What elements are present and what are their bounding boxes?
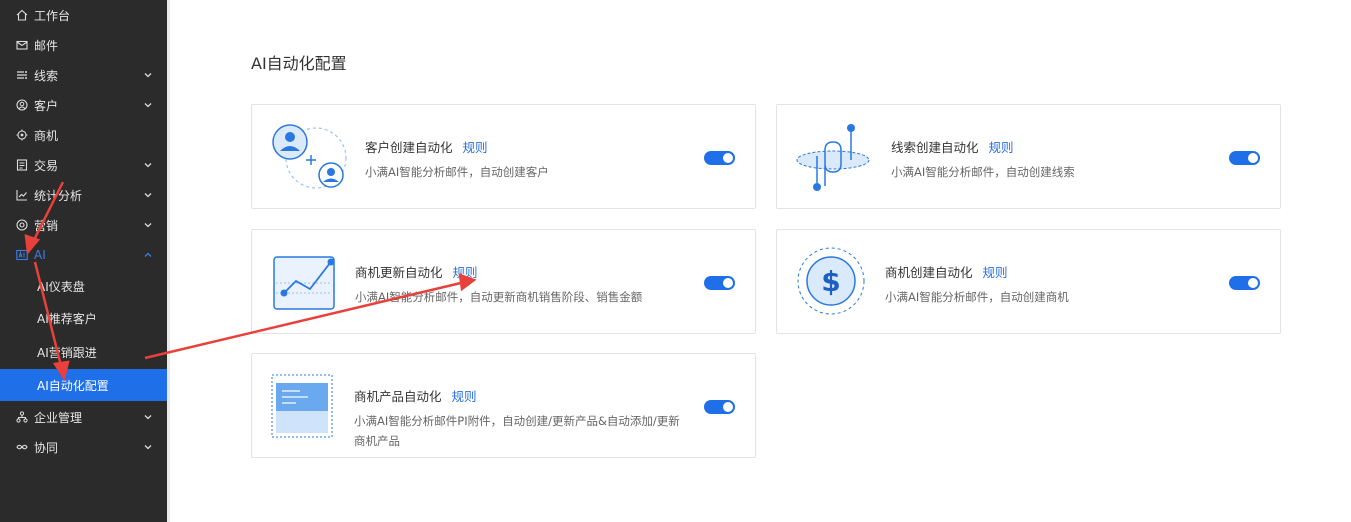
marketing-icon (16, 219, 28, 231)
automation-card-opportunity-product: 商机产品自动化 规则 小满AI智能分析邮件PI附件，自动创建/更新产品&自动添加/… (251, 353, 756, 458)
sidebar-item-mail[interactable]: 邮件 (0, 30, 167, 60)
rule-link[interactable]: 规则 (983, 265, 1008, 280)
sidebar-item-label: 营销 (34, 218, 59, 233)
lead-create-illustration (795, 120, 875, 195)
leads-icon (16, 69, 28, 81)
sidebar-item-leads[interactable]: 线索 (0, 60, 167, 90)
chart-icon (16, 189, 28, 201)
opportunity-product-illustration (270, 369, 350, 444)
enable-toggle[interactable] (1229, 276, 1260, 290)
collab-icon (16, 441, 28, 453)
sidebar-item-opportunity[interactable]: 商机 (0, 120, 167, 150)
chevron-down-icon (143, 99, 153, 109)
mail-icon (16, 39, 28, 51)
card-description: 小满AI智能分析邮件PI附件，自动创建/更新产品&自动添加/更新 商机产品 (354, 414, 680, 448)
sidebar-item-collab[interactable]: 协同 (0, 432, 167, 462)
sidebar-item-label: 邮件 (34, 38, 59, 53)
toggle-knob (723, 153, 733, 163)
deal-icon (16, 159, 28, 171)
toggle-knob (1248, 278, 1258, 288)
sidebar-item-ai[interactable]: AI (0, 240, 167, 270)
automation-card-lead-create: 线索创建自动化 规则 小满AI智能分析邮件，自动创建线索 (776, 104, 1281, 209)
card-title: 商机创建自动化 规则 (885, 265, 1008, 280)
card-title: 线索创建自动化 规则 (891, 140, 1014, 155)
main-content: AI自动化配置 客户创建自动化 规则 小满AI智能分析邮件，自动创建客户 线索创… (170, 0, 1351, 522)
sidebar-item-label: AI (34, 248, 46, 262)
sidebar-subitem-ai-marketing-followup[interactable]: AI营销跟进 (0, 336, 167, 368)
sidebar-subitem-ai-dashboard[interactable]: AI仪表盘 (0, 270, 167, 302)
sidebar-item-label: 商机 (34, 128, 59, 143)
toggle-knob (723, 278, 733, 288)
opportunity-icon (16, 129, 28, 141)
rule-link[interactable]: 规则 (452, 389, 477, 404)
org-icon (16, 411, 28, 423)
sidebar-item-label: 客户 (34, 98, 59, 113)
card-description: 小满AI智能分析邮件，自动创建线索 (891, 165, 1075, 179)
sidebar-item-org[interactable]: 企业管理 (0, 402, 167, 432)
automation-card-opportunity-create: $ 商机创建自动化 规则 小满AI智能分析邮件，自动创建商机 (776, 229, 1281, 334)
page-title: AI自动化配置 (251, 54, 347, 73)
sidebar-item-analytics[interactable]: 统计分析 (0, 180, 167, 210)
chevron-up-icon (143, 249, 153, 259)
chevron-down-icon (143, 441, 153, 451)
ai-icon (16, 249, 28, 261)
customer-icon (16, 99, 28, 111)
sidebar-item-label: 交易 (34, 158, 59, 173)
opportunity-update-illustration (270, 245, 350, 320)
card-title: 客户创建自动化 规则 (365, 140, 488, 155)
chevron-down-icon (143, 189, 153, 199)
chevron-down-icon (143, 69, 153, 79)
sidebar-item-label: 统计分析 (34, 188, 83, 203)
sidebar-item-label: 协同 (34, 440, 59, 455)
card-title: 商机更新自动化 规则 (355, 265, 478, 280)
chevron-down-icon (143, 411, 153, 421)
rule-link[interactable]: 规则 (463, 140, 488, 155)
sidebar-subitem-ai-recommend-customer[interactable]: AI推荐客户 (0, 302, 167, 334)
rule-link[interactable]: 规则 (989, 140, 1014, 155)
card-title: 商机产品自动化 规则 (354, 389, 477, 404)
sidebar-item-customer[interactable]: 客户 (0, 90, 167, 120)
enable-toggle[interactable] (704, 151, 735, 165)
sidebar-item-deal[interactable]: 交易 (0, 150, 167, 180)
automation-card-customer-create: 客户创建自动化 规则 小满AI智能分析邮件，自动创建客户 (251, 104, 756, 209)
card-description: 小满AI智能分析邮件，自动创建商机 (885, 290, 1069, 304)
svg-text:$: $ (821, 265, 840, 298)
toggle-knob (723, 402, 733, 412)
enable-toggle[interactable] (1229, 151, 1260, 165)
sidebar-subitem-ai-automation-config[interactable]: AI自动化配置 (0, 369, 167, 401)
rule-link[interactable]: 规则 (453, 265, 478, 280)
toggle-knob (1248, 153, 1258, 163)
chevron-down-icon (143, 219, 153, 229)
sidebar-item-label: 企业管理 (34, 410, 83, 425)
sidebar-item-label: 工作台 (34, 8, 71, 23)
chevron-down-icon (143, 159, 153, 169)
customer-create-illustration (270, 120, 350, 195)
card-description: 小满AI智能分析邮件，自动创建客户 (365, 165, 549, 179)
enable-toggle[interactable] (704, 276, 735, 290)
sidebar: 工作台 邮件 线索 客户 商机 交易 统计分析 营销 AI AI仪表盘 AI推荐… (0, 0, 170, 522)
card-description: 小满AI智能分析邮件，自动更新商机销售阶段、销售金额 (355, 290, 643, 304)
automation-card-opportunity-update: 商机更新自动化 规则 小满AI智能分析邮件，自动更新商机销售阶段、销售金额 (251, 229, 756, 334)
sidebar-item-label: 线索 (34, 68, 59, 83)
opportunity-create-illustration: $ (795, 245, 875, 320)
home-icon (16, 9, 28, 21)
sidebar-item-marketing[interactable]: 营销 (0, 210, 167, 240)
sidebar-item-workbench[interactable]: 工作台 (0, 0, 167, 30)
enable-toggle[interactable] (704, 400, 735, 414)
